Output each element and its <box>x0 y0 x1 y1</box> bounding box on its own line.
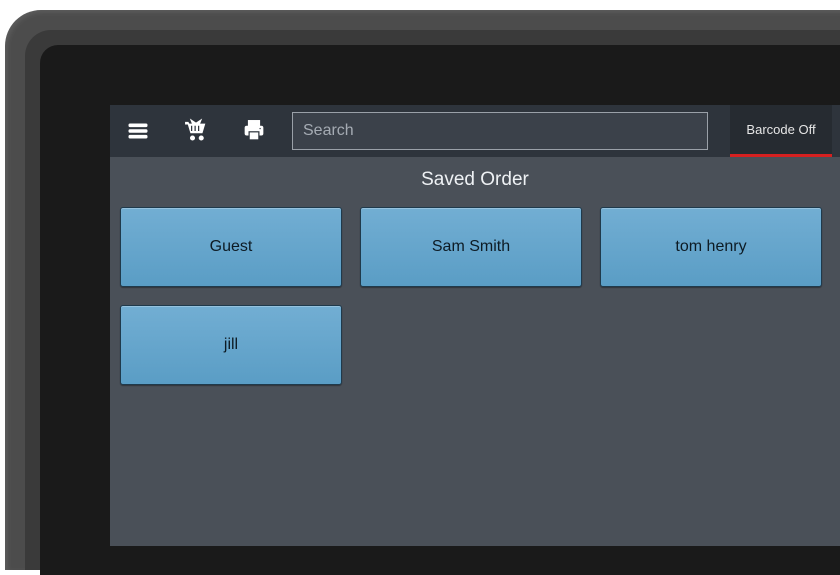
order-tile-label: Guest <box>210 238 253 256</box>
search-input[interactable] <box>303 122 697 140</box>
barcode-toggle-button[interactable]: Barcode Off <box>730 105 832 157</box>
order-tile[interactable]: Guest <box>120 207 342 287</box>
barcode-toggle-label: Barcode Off <box>746 122 815 137</box>
order-tile[interactable]: Sam Smith <box>360 207 582 287</box>
order-tile[interactable]: tom henry <box>600 207 822 287</box>
print-button[interactable] <box>234 111 274 151</box>
cart-icon <box>182 117 210 145</box>
print-icon <box>241 118 267 144</box>
menu-button[interactable] <box>118 111 158 151</box>
saved-order-grid: Guest Sam Smith tom henry jill <box>110 201 840 395</box>
page-title: Saved Order <box>110 157 840 201</box>
search-field-wrap[interactable] <box>292 112 708 150</box>
order-tile-label: jill <box>224 336 238 354</box>
menu-icon <box>126 119 150 143</box>
app-screen: Barcode Off Saved Order Guest Sam Smith … <box>110 105 840 546</box>
top-toolbar: Barcode Off <box>110 105 840 157</box>
order-tile-label: tom henry <box>675 238 746 256</box>
order-tile-label: Sam Smith <box>432 238 510 256</box>
cart-button[interactable] <box>176 111 216 151</box>
order-tile[interactable]: jill <box>120 305 342 385</box>
